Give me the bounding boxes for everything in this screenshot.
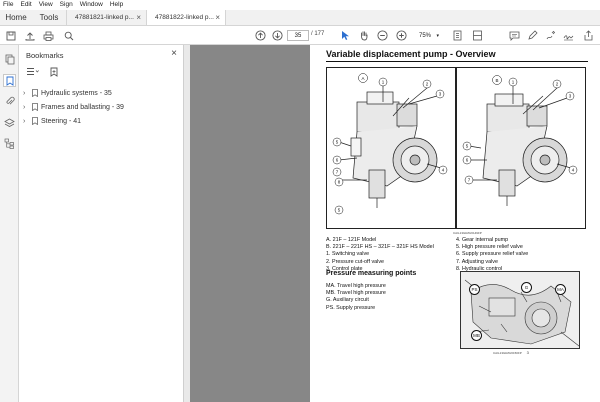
photo-caption-text: CAIL13GRAV0150FP xyxy=(493,351,522,355)
page-title: Variable displacement pump - Overview xyxy=(326,49,496,59)
bookmark-item[interactable]: › Steering - 41 xyxy=(23,117,81,125)
legend-left: A. 21F – 121F Model B. 221F – 221F HS – … xyxy=(326,237,434,273)
bookmark-flag-icon xyxy=(32,117,38,125)
comment-icon[interactable] xyxy=(508,29,521,42)
bookmark-icon[interactable] xyxy=(3,74,16,87)
pressure-point-item: MA. Travel high pressure xyxy=(326,283,386,289)
legend-item: B. 221F – 221F HS – 321F – 321F HS Model xyxy=(326,244,434,251)
photo-marker-ps: PS xyxy=(469,284,480,295)
tab-bar: Home Tools 47881821-linked p... × 478818… xyxy=(0,10,600,26)
page-total: / 177 xyxy=(311,31,325,37)
section-title: Pressure measuring points xyxy=(326,270,417,277)
close-icon[interactable]: × xyxy=(136,13,141,22)
pump-diagram-b: B 1 2 3 5 6 7 4 xyxy=(456,67,586,229)
new-bookmark-icon[interactable] xyxy=(49,67,59,79)
figure-label-b: B xyxy=(495,78,498,83)
menu-bar: File Edit View Sign Window Help xyxy=(0,0,600,10)
bookmark-label: Hydraulic systems - 35 xyxy=(41,89,112,97)
fit-page-icon[interactable] xyxy=(451,29,464,42)
pressure-points-photo: PS G MA MB xyxy=(460,271,580,349)
bookmark-item[interactable]: › Frames and ballasting - 39 xyxy=(23,103,124,111)
print-icon[interactable] xyxy=(42,29,55,42)
menu-file[interactable]: File xyxy=(3,0,13,10)
legend-item: A. 21F – 121F Model xyxy=(326,237,377,243)
figure-caption: CAIL13GRAV0149FP xyxy=(453,231,482,235)
options-menu-icon[interactable] xyxy=(26,67,39,79)
title-rule xyxy=(326,61,588,62)
tab-document-label: 47881821-linked p... xyxy=(75,14,134,21)
pump-illustration-b: B 1 2 3 5 6 7 4 xyxy=(462,75,578,206)
photo-marker-ma: MA xyxy=(555,284,566,295)
tab-document-label: 47881822-linked p... xyxy=(155,14,214,21)
page-thumbnails-icon[interactable] xyxy=(3,53,16,66)
zoom-out-icon[interactable] xyxy=(376,29,389,42)
zoom-value: 75% xyxy=(419,32,432,39)
legend-right: 4. Gear internal pump 5. High pressure r… xyxy=(456,237,528,273)
photo-marker-mb: MB xyxy=(471,330,482,341)
close-icon[interactable]: × xyxy=(171,48,177,59)
chevron-down-icon: ▾ xyxy=(436,32,439,39)
figure-label-a: A xyxy=(361,76,364,81)
page-number-input[interactable]: 35 xyxy=(287,30,309,41)
bookmarks-panel: Bookmarks × › Hydraulic systems - 35 › F… xyxy=(19,45,184,402)
tab-document-1[interactable]: 47881821-linked p... × xyxy=(66,10,146,25)
select-cursor-icon[interactable] xyxy=(339,29,352,42)
tab-tools[interactable]: Tools xyxy=(32,10,66,25)
search-icon[interactable] xyxy=(62,29,75,42)
photo-caption: CAIL13GRAV0150FP 3 xyxy=(493,350,529,355)
bookmark-label: Steering - 41 xyxy=(41,117,82,125)
pump-diagram-a: A 1 2 3 5 6 7 8 4 5 xyxy=(326,67,456,229)
menu-view[interactable]: View xyxy=(39,0,53,10)
tab-document-2[interactable]: 47881822-linked p... × xyxy=(146,10,226,25)
legend-item: 4. Gear internal pump xyxy=(456,237,509,243)
scroll-mode-icon[interactable] xyxy=(471,29,484,42)
legend-item: 1. Switching valve xyxy=(326,251,370,258)
upload-icon[interactable] xyxy=(23,29,36,42)
menu-window[interactable]: Window xyxy=(80,0,103,10)
menu-edit[interactable]: Edit xyxy=(20,0,31,10)
share-icon[interactable] xyxy=(582,29,595,42)
toolbar: 35 / 177 75% ▾ xyxy=(0,26,600,45)
chevron-right-icon[interactable]: › xyxy=(23,90,29,97)
bookmark-label: Frames and ballasting - 39 xyxy=(41,103,124,111)
menu-help[interactable]: Help xyxy=(110,0,123,10)
legend-item: 7. Adjusting valve xyxy=(456,258,498,265)
bookmarks-title: Bookmarks xyxy=(26,51,64,60)
tab-home[interactable]: Home xyxy=(0,10,32,25)
model-tree-icon[interactable] xyxy=(3,137,16,150)
save-icon[interactable] xyxy=(4,29,17,42)
photo-marker-g: G xyxy=(521,282,532,293)
highlight-pen-icon[interactable] xyxy=(526,29,539,42)
bookmark-flag-icon xyxy=(32,103,38,111)
bookmark-flag-icon xyxy=(32,89,38,97)
legend-item: 2. Pressure cut-off valve xyxy=(326,258,385,265)
draw-icon[interactable] xyxy=(544,29,557,42)
chevron-right-icon[interactable]: › xyxy=(23,118,29,125)
pressure-point-item: MB. Travel high pressure xyxy=(326,290,386,297)
bookmark-item[interactable]: › Hydraulic systems - 35 xyxy=(23,89,112,97)
legend-item: 6. Supply pressure relief valve xyxy=(456,251,529,258)
pressure-point-item: PS. Supply pressure xyxy=(326,304,376,311)
photo-number: 3 xyxy=(526,350,529,355)
zoom-select[interactable]: 75% ▾ xyxy=(416,30,442,41)
pressure-point-item: G. Auxiliary circuit xyxy=(326,297,369,304)
attachment-icon[interactable] xyxy=(3,95,16,108)
layers-icon[interactable] xyxy=(3,116,16,129)
page-background xyxy=(190,45,310,402)
hand-tool-icon[interactable] xyxy=(357,29,370,42)
close-icon[interactable]: × xyxy=(215,13,220,22)
legend-item: 5. High pressure relief valve xyxy=(456,244,523,251)
next-page-icon[interactable] xyxy=(271,29,284,42)
navigation-rail xyxy=(0,45,19,402)
pump-illustration-a: A 1 2 3 5 6 7 8 4 5 xyxy=(332,73,448,215)
chevron-right-icon[interactable]: › xyxy=(23,104,29,111)
pressure-points-list: MA. Travel high pressure MB. Travel high… xyxy=(326,283,386,312)
menu-sign[interactable]: Sign xyxy=(60,0,73,10)
zoom-in-icon[interactable] xyxy=(395,29,408,42)
sign-icon[interactable] xyxy=(562,29,575,42)
bookmarks-toolbar xyxy=(26,67,59,79)
previous-page-icon[interactable] xyxy=(254,29,267,42)
pdf-page: Variable displacement pump - Overview A … xyxy=(310,45,600,402)
